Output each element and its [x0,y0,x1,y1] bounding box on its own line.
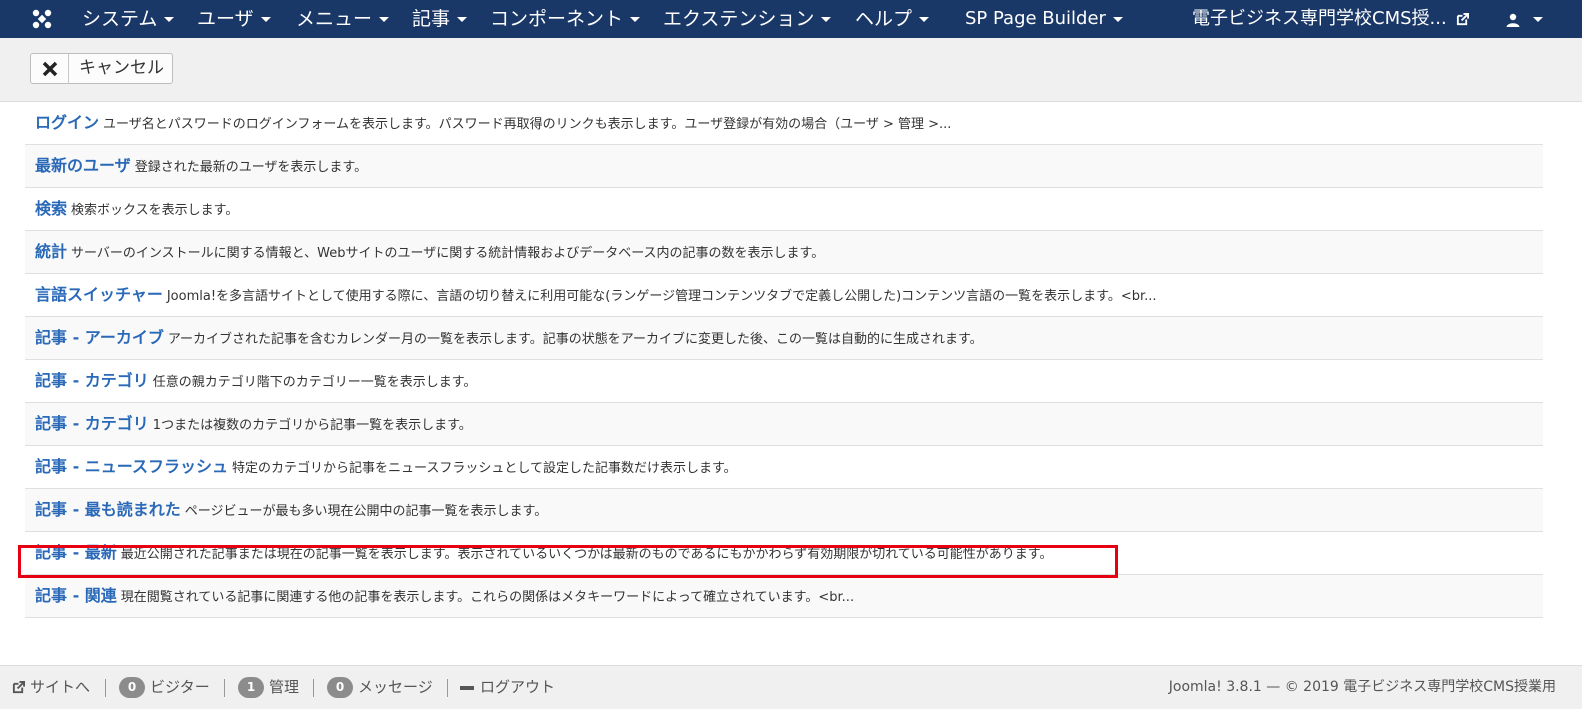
nav-system[interactable]: システム [82,0,175,38]
module-title-link[interactable]: 記事 - カテゴリ [35,371,149,390]
list-item[interactable]: 記事 - カテゴリ 1つまたは複数のカテゴリから記事一覧を表示します。 [25,403,1543,446]
status-footer: サイトへ 0 ビジター 1 管理 0 メッセージ ログアウト Joomla! 3.8.… [0,665,1582,709]
module-description: 1つまたは複数のカテゴリから記事一覧を表示します。 [152,418,472,433]
logout-link[interactable]: ログアウト [460,666,555,708]
list-item[interactable]: 記事 - 最も読まれた ページビューが最も多い現在公開中の記事一覧を表示します。 [25,489,1543,532]
nav-site-link[interactable]: 電子ビジネス専門学校CMS授... [1192,0,1470,38]
caret-down-icon [260,17,271,22]
caret-down-icon [379,17,390,22]
module-title-link[interactable]: 最新のユーザ [35,156,131,175]
module-title-link[interactable]: 統計 [35,242,67,261]
module-title-link[interactable]: ログイン [35,113,99,132]
nav-components[interactable]: コンポーネント [490,0,641,38]
module-title-link[interactable]: 記事 - ニュースフラッシュ [35,457,228,476]
module-description: 特定のカテゴリから記事をニュースフラッシュとして設定した記事数だけ表示します。 [231,461,737,476]
close-icon-box [31,54,69,83]
messages-link[interactable]: 0 メッセージ [327,666,433,708]
caret-down-icon [1112,16,1123,22]
list-item[interactable]: 検索 検索ボックスを表示します。 [25,188,1543,231]
nav-content[interactable]: 記事 [412,0,468,38]
caret-down-icon [164,17,175,22]
nav-help[interactable]: ヘルプ [855,0,930,38]
module-title-link[interactable]: 言語スイッチャー [35,285,163,304]
close-icon [42,61,58,77]
module-description: 任意の親カテゴリ階下のカテゴリー一覧を表示します。 [152,375,477,390]
list-item[interactable]: 記事 - アーカイブ アーカイブされた記事を含むカレンダー月の一覧を表示します。記… [25,317,1543,360]
cancel-label: キャンセル [79,58,164,78]
visitors-count-badge: 0 [119,677,145,698]
module-description: サーバーのインストールに関する情報と、Webサイトのユーザに関する統計情報および… [71,246,825,261]
view-site-link[interactable]: サイトへ [12,666,90,708]
caret-down-icon [630,17,641,22]
cancel-button[interactable]: キャンセル [30,53,173,84]
nav-menus[interactable]: メニュー [296,0,390,38]
module-description: 現在閲覧されている記事に関連する他の記事を表示します。これらの関係はメタキーワー… [120,590,855,605]
module-title-link[interactable]: 記事 - カテゴリ [35,414,149,433]
nav-users[interactable]: ユーザ [197,0,271,38]
list-item[interactable]: 記事 - 最新 最近公開された記事または現在の記事一覧を表示します。表示されている… [25,532,1543,575]
list-item[interactable]: 記事 - 関連 現在閲覧されている記事に関連する他の記事を表示します。これらの関係… [25,575,1543,618]
list-item[interactable]: 記事 - カテゴリ 任意の親カテゴリ階下のカテゴリー一覧を表示します。 [25,360,1543,403]
module-description: 最近公開された記事または現在の記事一覧を表示します。表示されているいくつかは最新… [120,547,1053,562]
caret-down-icon [1533,17,1544,22]
list-item[interactable]: ログイン ユーザ名とパスワードのログインフォームを表示します。パスワード再取得のリ… [25,102,1543,145]
caret-down-icon [457,17,468,22]
module-description: ユーザ名とパスワードのログインフォームを表示します。パスワード再取得のリンクも表… [103,117,952,132]
module-type-list: ログイン ユーザ名とパスワードのログインフォームを表示します。パスワード再取得のリ… [25,102,1543,618]
user-icon [1506,13,1520,27]
messages-count-badge: 0 [327,677,353,698]
minus-icon [460,685,474,690]
caret-down-icon [919,17,930,22]
top-navbar: システム ユーザ メニュー 記事 コンポーネント エクステンション ヘルプ SP… [0,0,1582,38]
module-description: 検索ボックスを表示します。 [71,203,239,218]
toolbar: キャンセル [0,38,1582,102]
external-link-icon [1457,12,1470,25]
module-title-link[interactable]: 記事 - 最も読まれた [35,500,181,519]
list-item[interactable]: 記事 - ニュースフラッシュ 特定のカテゴリから記事をニュースフラッシュとして設定… [25,446,1543,489]
footer-separator [447,679,448,697]
list-item[interactable]: 最新のユーザ 登録された最新のユーザを表示します。 [25,145,1543,188]
nav-extensions[interactable]: エクステンション [663,0,832,38]
joomla-logo-icon[interactable] [30,7,54,31]
module-description: 登録された最新のユーザを表示します。 [134,160,368,175]
list-item[interactable]: 言語スイッチャー Joomla!を多言語サイトとして使用する際に、言語の切り替えに… [25,274,1543,317]
external-link-icon [12,681,25,694]
list-item[interactable]: 統計 サーバーのインストールに関する情報と、Webサイトのユーザに関する統計情報お… [25,231,1543,274]
admins-count-badge: 1 [238,677,264,698]
user-menu[interactable] [1506,0,1544,38]
footer-separator [224,679,225,697]
module-title-link[interactable]: 記事 - 最新 [35,543,117,562]
module-description: Joomla!を多言語サイトとして使用する際に、言語の切り替えに利用可能な(ラン… [166,289,1157,304]
module-description: アーカイブされた記事を含むカレンダー月の一覧を表示します。記事の状態をアーカイブ… [167,332,983,347]
caret-down-icon [821,17,832,22]
module-title-link[interactable]: 検索 [35,199,67,218]
footer-separator [313,679,314,697]
visitors-link[interactable]: 0 ビジター [119,666,210,708]
admins-link[interactable]: 1 管理 [238,666,299,708]
module-description: ページビューが最も多い現在公開中の記事一覧を表示します。 [184,504,548,519]
nav-sp-page-builder[interactable]: SP Page Builder [965,0,1123,38]
module-title-link[interactable]: 記事 - アーカイブ [35,328,164,347]
module-title-link[interactable]: 記事 - 関連 [35,586,117,605]
footer-copyright: Joomla! 3.8.1 — © 2019 電子ビジネス専門学校CMS授業用 [1168,679,1556,695]
footer-separator [105,679,106,697]
